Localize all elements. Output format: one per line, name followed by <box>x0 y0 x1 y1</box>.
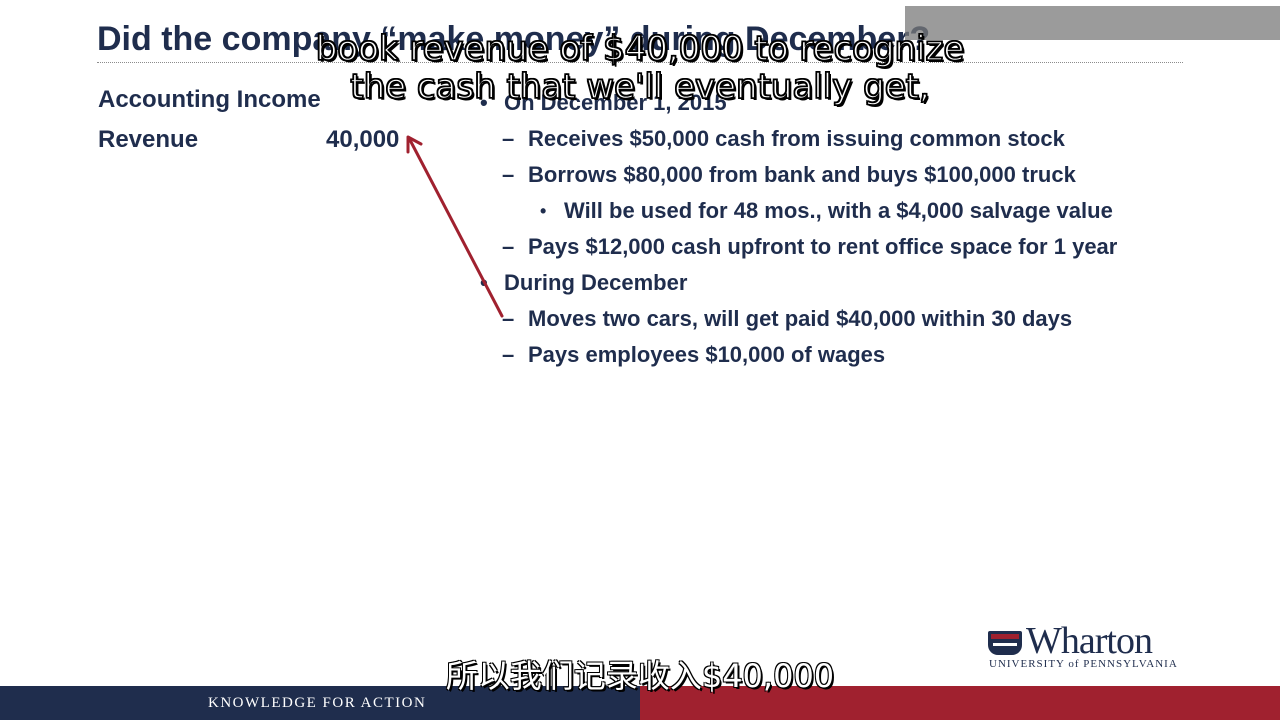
dash-mark: – <box>502 126 515 151</box>
item-wages: Pays employees $10,000 of wages <box>528 342 886 367</box>
english-subtitle: book revenue of $40,000 to recognize the… <box>0 29 1280 107</box>
list-item: – Moves two cars, will get paid $40,000 … <box>480 301 1240 337</box>
footer-tagline: KNOWLEDGE FOR ACTION <box>208 695 427 711</box>
list-item: – Receives $50,000 cash from issuing com… <box>480 121 1240 157</box>
item-stock: Receives $50,000 cash from issuing commo… <box>528 126 1065 151</box>
list-item: – Pays employees $10,000 of wages <box>480 337 1240 373</box>
penn-shield-icon <box>988 631 1022 655</box>
sub-bullet-mark: • <box>540 201 547 221</box>
list-item: – Pays $12,000 cash upfront to rent offi… <box>480 229 1240 265</box>
revenue-value: 40,000 <box>326 126 400 153</box>
dash-mark: – <box>502 342 515 367</box>
slide: Did the company “make money” during Dece… <box>0 0 1280 720</box>
bullet-mark: • <box>480 270 488 295</box>
list-item: • Will be used for 48 mos., with a $4,00… <box>480 193 1240 229</box>
item-truck-detail: Will be used for 48 mos., with a $4,000 … <box>564 198 1113 223</box>
item-cars: Moves two cars, will get paid $40,000 wi… <box>528 306 1073 331</box>
revenue-row: Revenue 40,000 <box>98 126 418 156</box>
list-item: – Borrows $80,000 from bank and buys $10… <box>480 157 1240 193</box>
item-rent: Pays $12,000 cash upfront to rent office… <box>528 234 1118 259</box>
chinese-subtitle: 所以我们记录收入$40,000 <box>445 657 835 695</box>
section-heading-during-december: During December <box>504 270 688 295</box>
dash-mark: – <box>502 162 515 187</box>
item-truck: Borrows $80,000 from bank and buys $100,… <box>528 162 1076 187</box>
transactions-list: • On December 1, 2015 – Receives $50,000… <box>480 85 1240 373</box>
revenue-label: Revenue <box>98 126 199 153</box>
dash-mark: – <box>502 234 515 259</box>
english-subtitle-line2: the cash that we'll eventually get, <box>349 67 930 107</box>
list-item: • During December <box>480 265 1240 301</box>
dash-mark: – <box>502 306 515 331</box>
english-subtitle-line1: book revenue of $40,000 to recognize <box>315 29 965 69</box>
